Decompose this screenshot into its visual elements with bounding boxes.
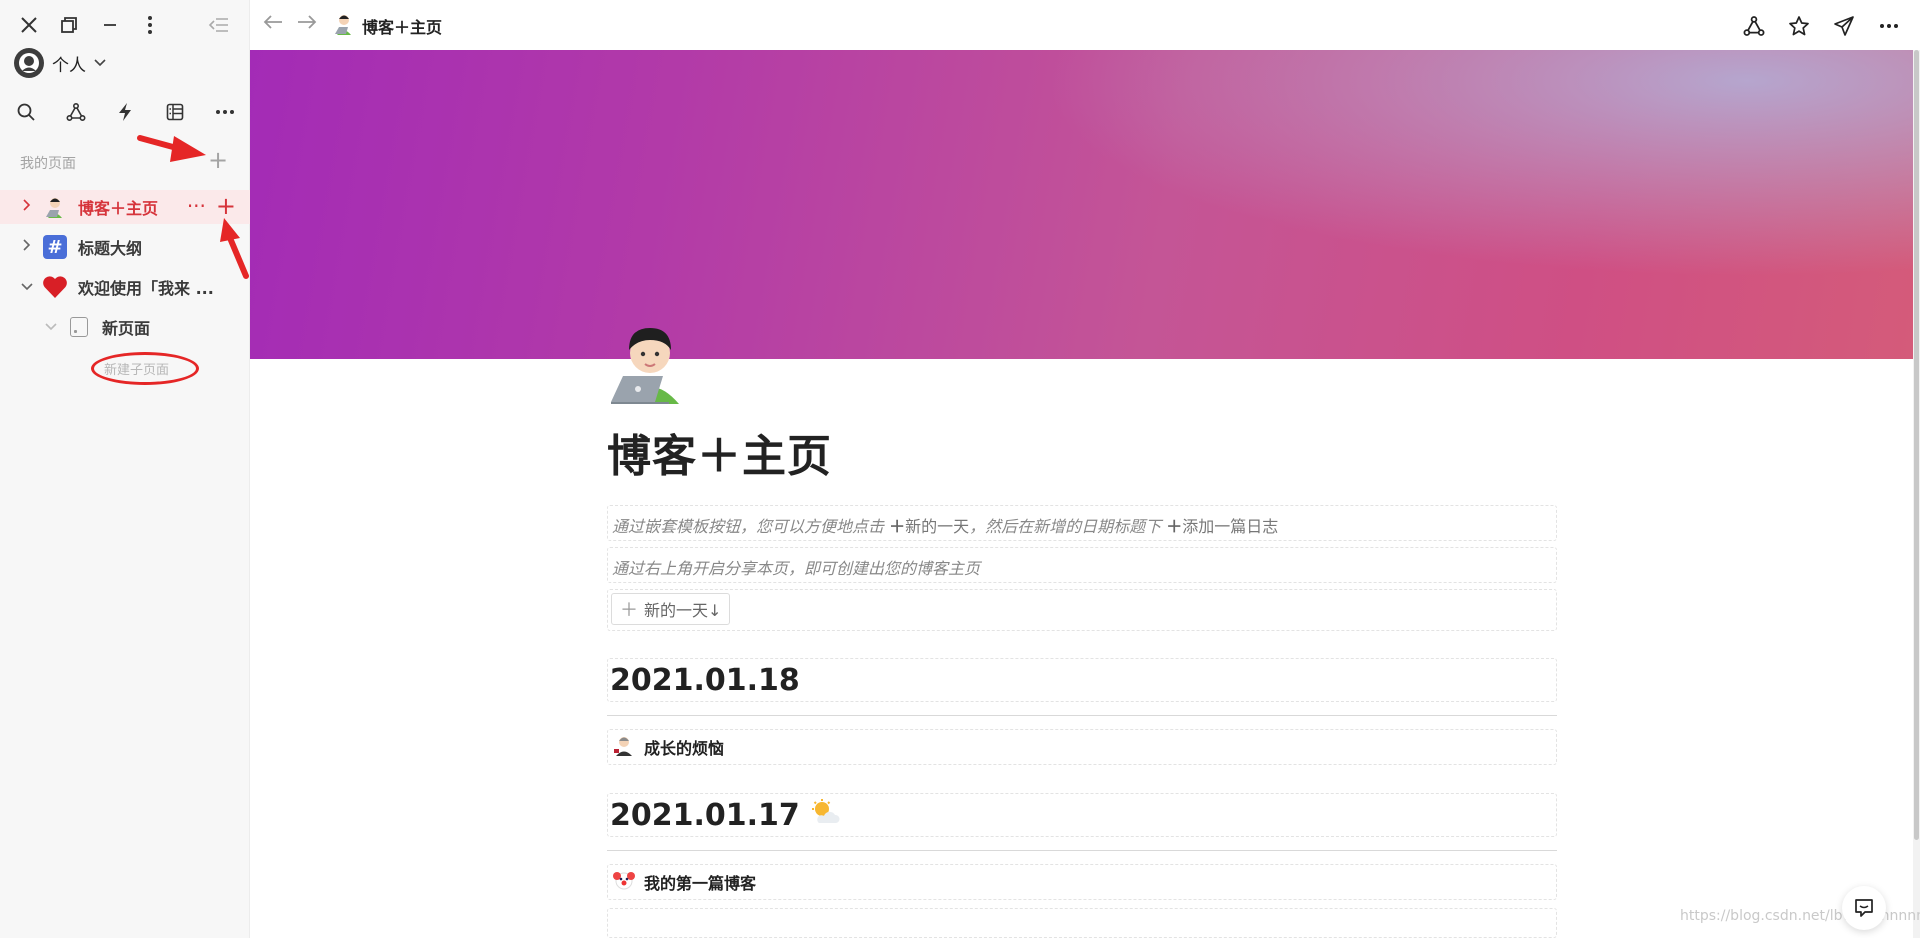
- inline-button-label: 添加一篇日志: [1182, 517, 1279, 536]
- avatar: [14, 48, 44, 78]
- page-icon-wrap: [66, 314, 92, 340]
- plus-icon: ＋: [889, 517, 906, 536]
- chevron-down-icon[interactable]: [42, 320, 60, 335]
- page-cover[interactable]: [250, 50, 1913, 359]
- search-icon[interactable]: [12, 98, 40, 126]
- plus-icon: ＋: [1166, 517, 1183, 536]
- sidebar: 个人 我的页面 + 博客＋主页 ··· + # 标题大纲 欢迎使用「我来 ...…: [0, 0, 250, 938]
- chevron-right-icon[interactable]: [18, 239, 36, 255]
- office-worker-emoji-icon: [612, 733, 636, 761]
- technologist-emoji-icon: [42, 194, 68, 220]
- table-icon[interactable]: [161, 98, 189, 126]
- workspace-name: 个人: [52, 55, 86, 76]
- page-title[interactable]: 博客＋主页: [607, 420, 832, 484]
- intro-text: ，然后在新增的日期标题下: [969, 517, 1162, 536]
- technologist-emoji-icon[interactable]: [607, 318, 693, 404]
- feedback-chat-button[interactable]: [1842, 886, 1886, 930]
- clown-emoji-icon: [612, 868, 636, 896]
- date-heading[interactable]: 2021.01.18: [607, 658, 1557, 702]
- lightning-icon[interactable]: [111, 98, 139, 126]
- breadcrumb-title: 博客＋主页: [362, 18, 443, 37]
- sidebar-item-new-page[interactable]: 新页面: [0, 310, 250, 344]
- divider: [607, 850, 1557, 851]
- row-actions: ··· +: [187, 194, 236, 218]
- share-send-icon[interactable]: [1830, 12, 1858, 40]
- back-arrow-icon[interactable]: [260, 13, 286, 37]
- more-icon[interactable]: ···: [187, 196, 206, 216]
- page-icon: [70, 317, 88, 337]
- post-title: 我的第一篇博客: [644, 874, 757, 893]
- graph-icon[interactable]: [62, 98, 90, 126]
- window-controls: [16, 12, 237, 38]
- post-title: 成长的烦恼: [644, 739, 725, 758]
- top-bar: 博客＋主页: [250, 0, 1920, 50]
- date-heading-text: 2021.01.18: [610, 662, 800, 698]
- template-block: ＋ 新的一天↓: [607, 589, 1557, 631]
- technologist-emoji-icon: [332, 12, 356, 40]
- scrollbar-thumb[interactable]: [1914, 50, 1919, 840]
- vertical-more-icon[interactable]: [137, 12, 163, 38]
- add-page-button[interactable]: +: [207, 148, 229, 172]
- app-window: 个人 我的页面 + 博客＋主页 ··· + # 标题大纲 欢迎使用「我来 ...…: [0, 0, 1920, 938]
- collapse-sidebar-icon[interactable]: [206, 12, 232, 38]
- workspace-switcher[interactable]: 个人: [14, 48, 106, 78]
- empty-block[interactable]: [607, 908, 1557, 938]
- intro-text: 通过右上角开启分享本页，即可创建出您的博客主页: [612, 559, 981, 578]
- sidebar-item-outline[interactable]: # 标题大纲: [0, 230, 250, 264]
- post-link[interactable]: 成长的烦恼: [607, 729, 1557, 765]
- sidebar-item-welcome[interactable]: 欢迎使用「我来 ...: [0, 270, 250, 304]
- sidebar-item-label: 欢迎使用「我来 ...: [78, 279, 214, 298]
- chevron-down-icon: [94, 56, 106, 70]
- plus-icon: ＋: [620, 600, 638, 621]
- breadcrumb[interactable]: 博客＋主页: [332, 12, 442, 40]
- sidebar-item-blog-home[interactable]: 博客＋主页 ··· +: [0, 190, 250, 224]
- intro-text: 通过嵌套模板按钮，您可以方便地点击: [612, 517, 885, 536]
- hash-icon-wrap: #: [42, 234, 68, 260]
- restore-window-icon[interactable]: [56, 12, 82, 38]
- chat-icon: [1855, 899, 1873, 917]
- new-day-template-button[interactable]: ＋ 新的一天↓: [611, 593, 731, 625]
- add-subpage-icon[interactable]: +: [216, 194, 236, 218]
- sidebar-item-label: 博客＋主页: [78, 199, 159, 218]
- annotation-ellipse: [91, 352, 199, 385]
- chevron-right-icon[interactable]: [18, 199, 36, 215]
- red-heart-icon: [42, 274, 68, 300]
- date-heading-text: 2021.01.17: [610, 797, 800, 833]
- inline-button-label: 新的一天: [905, 517, 970, 536]
- minimize-icon[interactable]: [97, 12, 123, 38]
- more-icon[interactable]: [211, 98, 239, 126]
- my-pages-title: 我的页面: [20, 156, 76, 172]
- intro-line-1[interactable]: 通过嵌套模板按钮，您可以方便地点击 ＋新的一天，然后在新增的日期标题下 ＋添加一…: [607, 505, 1557, 541]
- sidebar-toolbar: [12, 98, 239, 126]
- intro-line-2[interactable]: 通过右上角开启分享本页，即可创建出您的博客主页: [607, 547, 1557, 583]
- forward-arrow-icon[interactable]: [294, 13, 320, 37]
- sun-behind-cloud-icon: [810, 798, 840, 833]
- chevron-down-icon[interactable]: [18, 280, 36, 295]
- hash-icon: #: [43, 235, 67, 259]
- inline-button-add-log: ＋添加一篇日志: [1166, 517, 1278, 536]
- date-heading[interactable]: 2021.01.17: [607, 793, 1557, 837]
- star-icon[interactable]: [1785, 12, 1813, 40]
- sidebar-item-label: 新页面: [102, 319, 151, 338]
- divider: [607, 715, 1557, 716]
- inline-button-new-day: ＋新的一天: [889, 517, 969, 536]
- more-icon[interactable]: [1875, 12, 1903, 40]
- close-icon[interactable]: [16, 12, 42, 38]
- sidebar-item-label: 标题大纲: [78, 239, 143, 258]
- graph-icon[interactable]: [1740, 12, 1768, 40]
- post-link[interactable]: 我的第一篇博客: [607, 864, 1557, 900]
- template-button-label: 新的一天↓: [644, 601, 722, 620]
